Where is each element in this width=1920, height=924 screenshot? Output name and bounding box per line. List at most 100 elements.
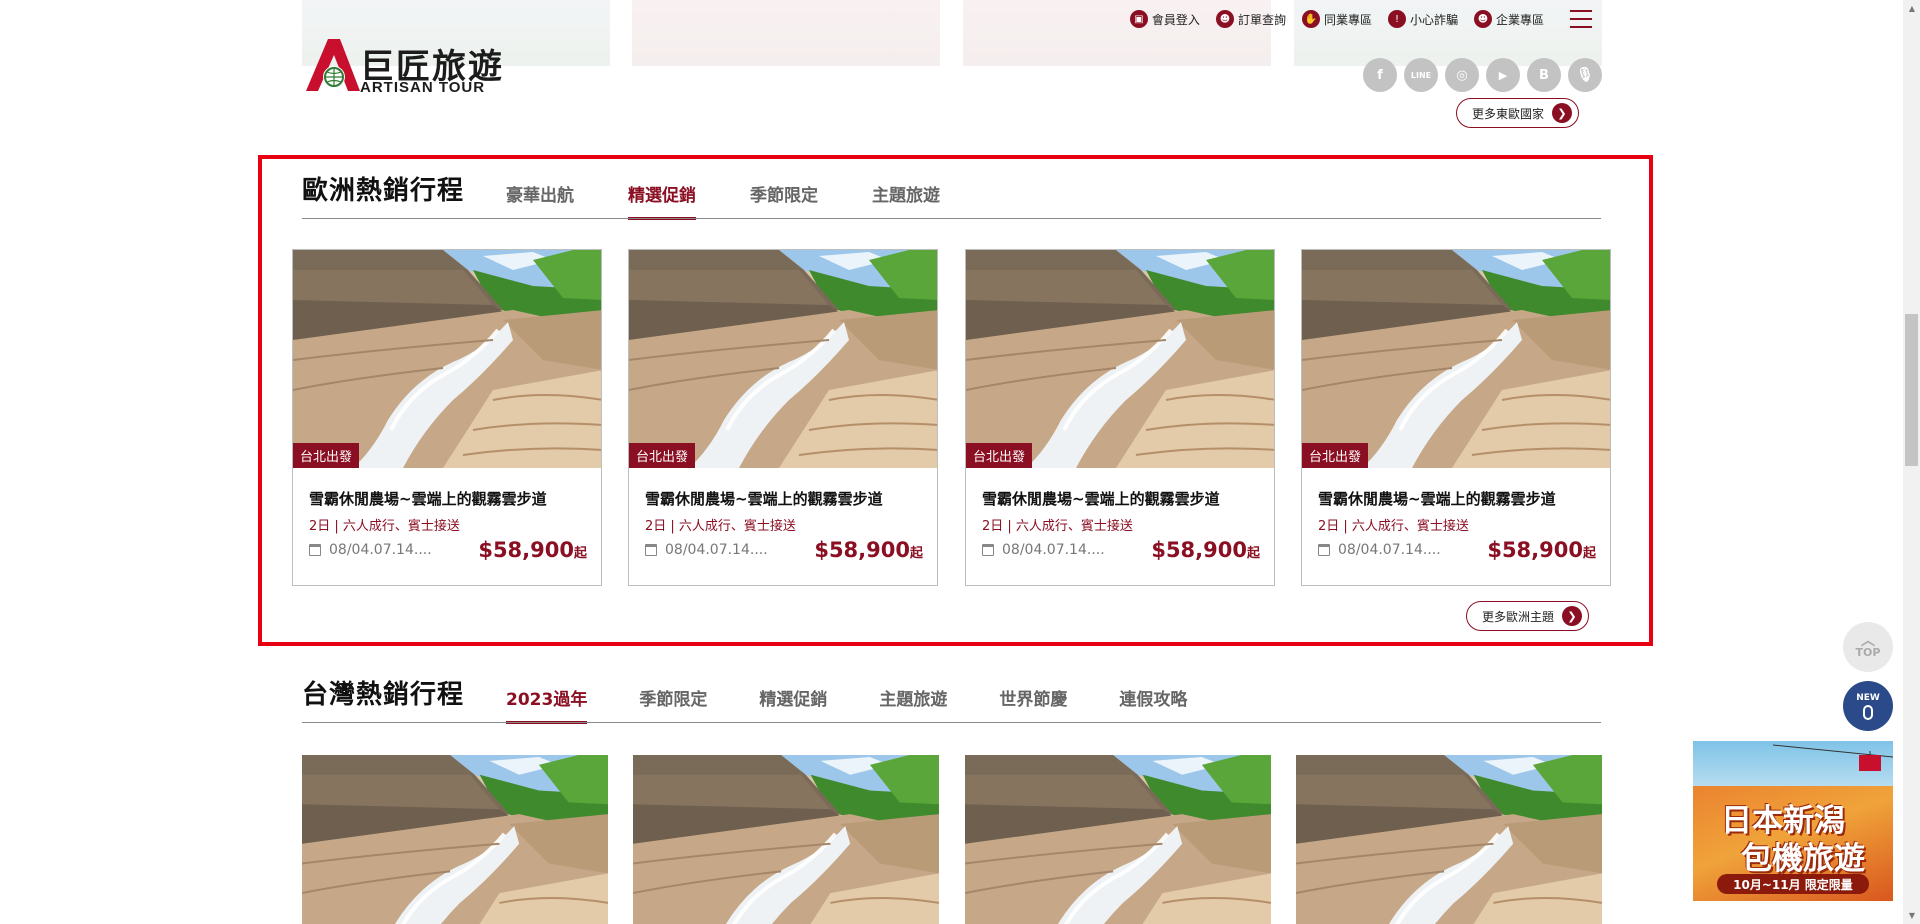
- card-subtitle: 2日 | 六人成行、賓士接送: [1318, 519, 1469, 534]
- nav-agency-zone[interactable]: ✋ 同業專區: [1301, 10, 1372, 28]
- tab-divider: [302, 722, 1601, 723]
- canyon-photo: [965, 755, 1271, 924]
- tour-card[interactable]: 台北出發雪霸休閒農場~雲端上的觀霧雲步道 2日 | 六人成行、賓士接送 08/04.…: [965, 249, 1275, 586]
- thumbnail[interactable]: [632, 0, 940, 66]
- section-title: 台灣熱銷行程: [302, 680, 465, 710]
- lock-icon: ▣: [1129, 10, 1148, 28]
- departure-badge: 台北出發: [966, 443, 1033, 468]
- line-icon[interactable]: LINE: [1404, 58, 1438, 92]
- tab-luxury-cruise[interactable]: 豪華出航: [506, 181, 574, 220]
- canyon-photo: [1302, 250, 1610, 468]
- more-eastern-europe-button[interactable]: 更多東歐國家 ❯: [1456, 98, 1580, 128]
- facebook-icon[interactable]: f: [1363, 58, 1397, 92]
- nav-member-login[interactable]: ▣ 會員登入: [1129, 10, 1200, 28]
- tour-card[interactable]: [302, 755, 608, 924]
- card-title[interactable]: 雪霸休閒農場~雲端上的觀霧雲步道: [645, 488, 883, 509]
- ad-footer: 10月~11月 限定限量: [1717, 874, 1869, 894]
- canyon-photo: [1296, 755, 1602, 924]
- price-unit: 起: [909, 546, 923, 561]
- tour-card[interactable]: 台北出發雪霸休閒農場~雲端上的觀霧雲步道 2日 | 六人成行、賓士接送 08/04.…: [292, 249, 602, 586]
- calendar-icon: [982, 544, 994, 556]
- price-unit: 起: [573, 546, 587, 561]
- calendar-icon: [645, 544, 657, 556]
- niigata-charter-ad-banner[interactable]: 日本新潟 包機旅遊 10月~11月 限定限量: [1693, 741, 1893, 901]
- canyon-photo: [629, 250, 937, 468]
- card-title[interactable]: 雪霸休閒農場~雲端上的觀霧雲步道: [982, 488, 1220, 509]
- back-to-top-button[interactable]: ︿ TOP: [1843, 622, 1893, 672]
- handshake-icon: ✋: [1301, 10, 1320, 28]
- date-text: 08/04.07.14....: [1338, 542, 1441, 558]
- tab-seasonal[interactable]: 季節限定: [639, 685, 707, 724]
- departure-badge: 台北出發: [293, 443, 360, 468]
- podcast-icon[interactable]: 🎙: [1568, 58, 1602, 92]
- card-subtitle: 2日 | 六人成行、賓士接送: [645, 519, 796, 534]
- hamburger-icon[interactable]: [1570, 10, 1592, 28]
- card-image[interactable]: 台北出發: [629, 250, 937, 468]
- tab-2023-new-year[interactable]: 2023過年: [506, 685, 588, 724]
- price-value: $58,900: [814, 538, 910, 562]
- canyon-photo: [293, 250, 601, 468]
- card-title[interactable]: 雪霸休閒農場~雲端上的觀霧雲步道: [1318, 488, 1556, 509]
- card-image[interactable]: 台北出發: [966, 250, 1274, 468]
- card-subtitle: 2日 | 六人成行、賓士接送: [309, 519, 460, 534]
- card-dates: 08/04.07.14....: [645, 542, 768, 558]
- blog-icon[interactable]: B: [1527, 58, 1561, 92]
- logo[interactable]: 巨匠旅遊 ARTISAN TOUR: [302, 37, 522, 99]
- users-icon: ☻: [1215, 10, 1234, 28]
- nav-order-query[interactable]: ☻ 訂單查詢: [1215, 10, 1286, 28]
- tab-world-festivals[interactable]: 世界節慶: [999, 685, 1067, 724]
- date-text: 08/04.07.14....: [665, 542, 768, 558]
- canyon-photo: [966, 250, 1274, 468]
- tour-card[interactable]: 台北出發雪霸休閒農場~雲端上的觀霧雲步道 2日 | 六人成行、賓士接送 08/04.…: [1301, 249, 1611, 586]
- departure-badge: 台北出發: [1302, 443, 1369, 468]
- scroll-up-icon[interactable]: ▲: [1909, 4, 1915, 13]
- card-price: $58,900起: [814, 538, 923, 562]
- card-image[interactable]: 台北出發: [293, 250, 601, 468]
- social-links: f LINE ◎ ▶ B 🎙: [1363, 58, 1602, 92]
- europe-tabs: 豪華出航 精選促銷 季節限定 主題旅遊: [506, 181, 940, 220]
- card-dates: 08/04.07.14....: [309, 542, 432, 558]
- tour-card[interactable]: 台北出發雪霸休閒農場~雲端上的觀霧雲步道 2日 | 六人成行、賓士接送 08/04.…: [628, 249, 938, 586]
- tab-seasonal[interactable]: 季節限定: [750, 181, 818, 220]
- date-text: 08/04.07.14....: [329, 542, 432, 558]
- top-nav: ▣ 會員登入 ☻ 訂單查詢 ✋ 同業專區 ! 小心詐騙 ☻ 企業專區: [1129, 10, 1592, 28]
- nav-fraud-warning[interactable]: ! 小心詐騙: [1387, 10, 1458, 28]
- logo-mark-icon: [306, 39, 360, 91]
- tab-theme-travel[interactable]: 主題旅遊: [872, 181, 940, 220]
- tour-card[interactable]: [965, 755, 1271, 924]
- tab-theme-travel[interactable]: 主題旅遊: [879, 685, 947, 724]
- scroll-down-icon[interactable]: ▼: [1909, 911, 1915, 920]
- price-unit: 起: [1246, 546, 1260, 561]
- scrollbar[interactable]: ▲ ▼: [1903, 0, 1920, 924]
- nav-label: 訂單查詢: [1237, 12, 1286, 27]
- price-unit: 起: [1582, 546, 1596, 561]
- card-title[interactable]: 雪霸休閒農場~雲端上的觀霧雲步道: [309, 488, 547, 509]
- section-title: 歐洲熱銷行程: [302, 176, 465, 206]
- tab-featured-promo[interactable]: 精選促銷: [628, 181, 696, 220]
- taiwan-tabs: 2023過年 季節限定 精選促銷 主題旅遊 世界節慶 連假攻略: [506, 685, 1187, 724]
- price-value: $58,900: [1151, 538, 1247, 562]
- price-value: $58,900: [478, 538, 574, 562]
- departure-badge: 台北出發: [629, 443, 696, 468]
- instagram-icon[interactable]: ◎: [1445, 58, 1479, 92]
- tab-holiday-guide[interactable]: 連假攻略: [1119, 685, 1187, 724]
- youtube-icon[interactable]: ▶: [1486, 58, 1520, 92]
- tour-card[interactable]: [1296, 755, 1602, 924]
- top-label: TOP: [1855, 645, 1881, 659]
- calendar-icon: [309, 544, 321, 556]
- podcast-new-button[interactable]: NEW: [1843, 681, 1893, 731]
- tab-divider: [302, 218, 1601, 219]
- nav-enterprise-zone[interactable]: ☻ 企業專區: [1473, 10, 1544, 28]
- scrollbar-thumb[interactable]: [1905, 314, 1918, 466]
- price-value: $58,900: [1487, 538, 1583, 562]
- more-europe-theme-button[interactable]: 更多歐洲主題 ❯: [1466, 601, 1590, 631]
- card-dates: 08/04.07.14....: [982, 542, 1105, 558]
- card-subtitle: 2日 | 六人成行、賓士接送: [982, 519, 1133, 534]
- microphone-icon: [1863, 704, 1873, 720]
- tab-featured-promo[interactable]: 精選促銷: [759, 685, 827, 724]
- card-image[interactable]: 台北出發: [1302, 250, 1610, 468]
- users-icon: ☻: [1473, 10, 1492, 28]
- cable-car-icon: [1773, 744, 1893, 771]
- tour-card[interactable]: [633, 755, 939, 924]
- card-price: $58,900起: [478, 538, 587, 562]
